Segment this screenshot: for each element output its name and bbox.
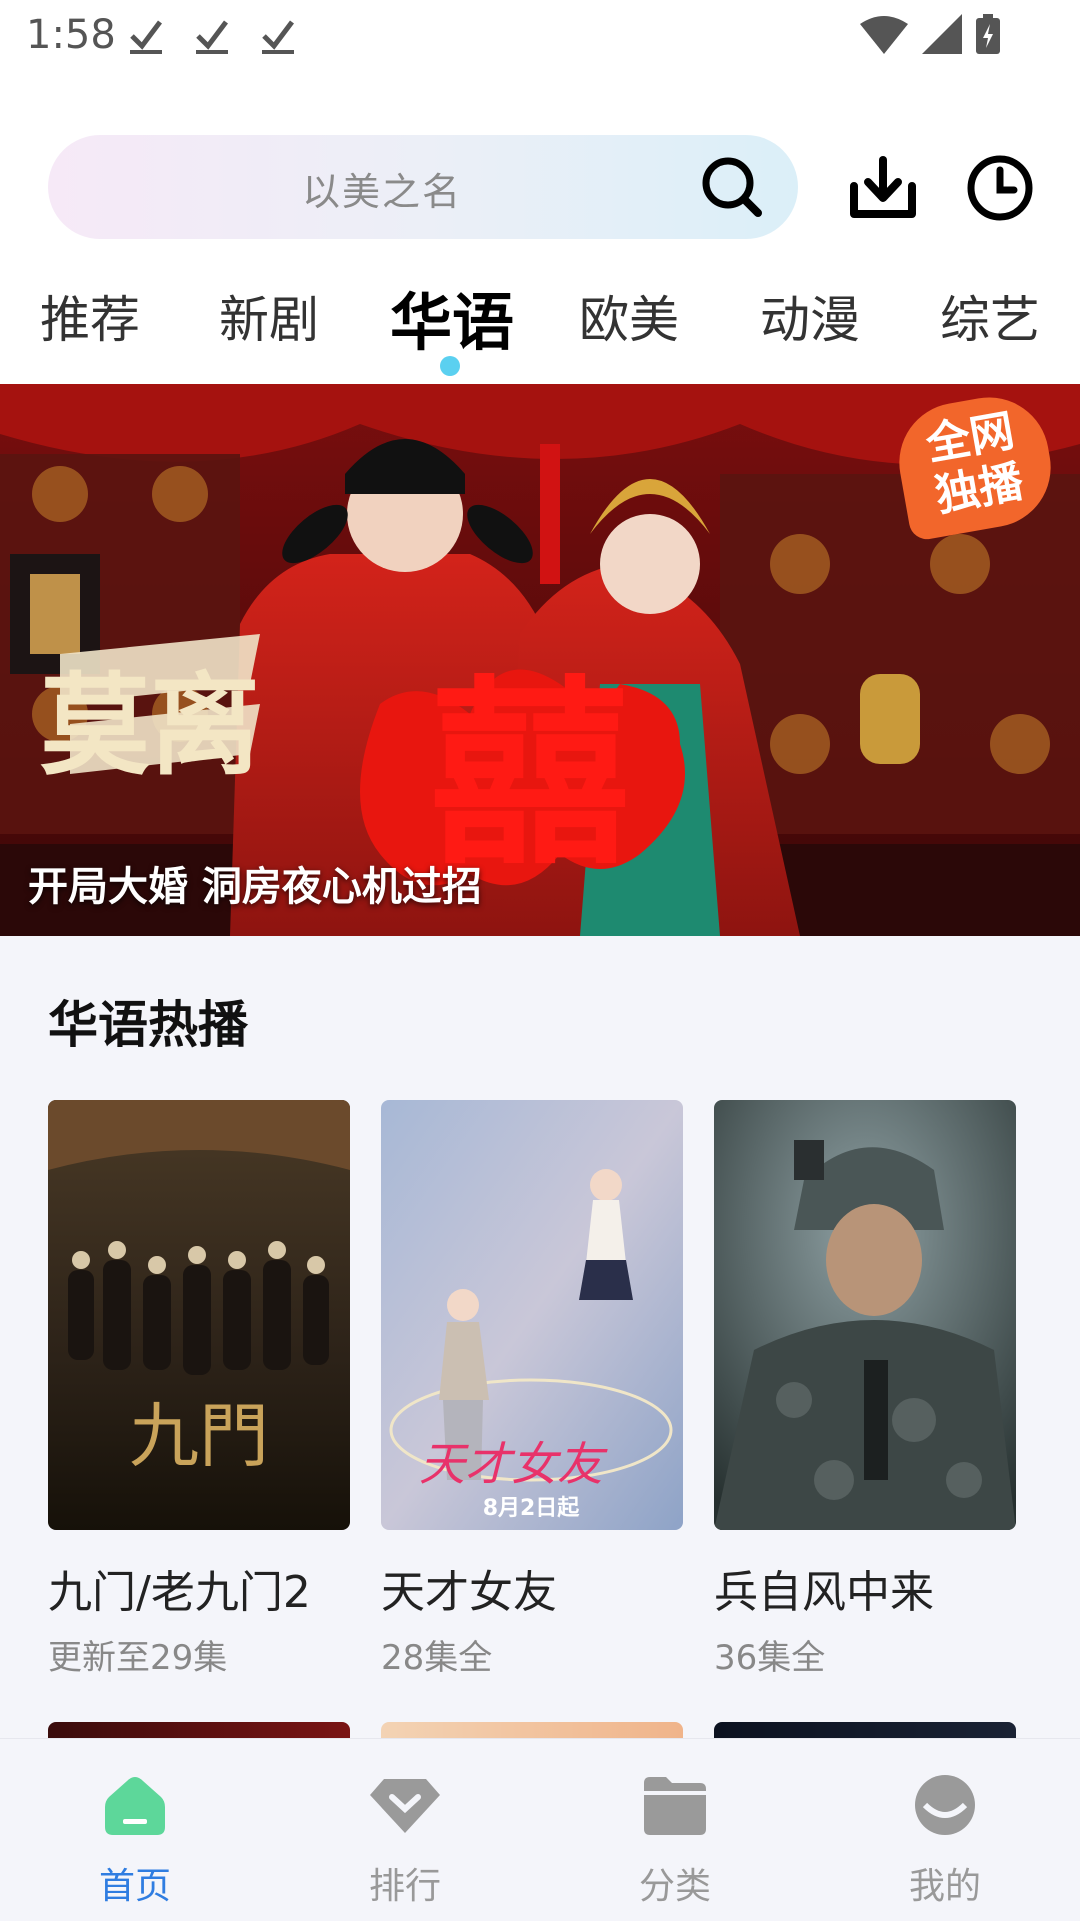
poster-title-text: 天才女友 [419,1437,608,1491]
banner-caption: 开局大婚 洞房夜心机过招 [28,864,482,910]
signal-icon [922,14,962,54]
home-icon[interactable] [105,1775,165,1835]
download-complete-icon [262,20,294,54]
show-episode-status: 36集全 [714,1638,826,1678]
status-time: 1:58 [26,12,116,58]
bottom-navigation: 首页 排行 分类 我的 [0,1738,1080,1921]
status-system-icons [860,14,1000,54]
banner-show-title: 莫离 [40,661,260,790]
show-card[interactable]: 天才女友 8月2日起 天才女友 28集全 [381,1100,683,1678]
show-title[interactable]: 兵自风中来 [714,1556,934,1620]
status-bar: 1:58 [0,0,1080,72]
category-folder-icon[interactable] [644,1775,706,1835]
show-title[interactable]: 天才女友 [381,1556,557,1620]
show-card[interactable]: 兵自风中来 36集全 [714,1100,1016,1678]
nav-home-label[interactable]: 首页 [0,1857,270,1909]
show-episode-status: 更新至29集 [48,1638,228,1678]
nav-category[interactable]: 分类 [540,1739,810,1921]
nav-ranking-label[interactable]: 排行 [270,1857,540,1909]
show-title[interactable]: 九门/老九门2 [48,1556,311,1620]
tab-recommend[interactable]: 推荐 [40,280,140,352]
tab-western[interactable]: 欧美 [579,280,679,352]
nav-profile-label[interactable]: 我的 [810,1857,1080,1909]
poster-date-text: 8月2日起 [483,1496,581,1521]
battery-charging-icon [976,14,1000,54]
nav-ranking[interactable]: 排行 [270,1739,540,1921]
poster-image[interactable]: 天才女友 8月2日起 [381,1100,683,1530]
poster-title-text: 九門 [129,1395,269,1477]
download-complete-icon [196,20,228,54]
nav-home[interactable]: 首页 [0,1739,270,1921]
featured-banner[interactable]: 莫离 囍 全网 独播 开局大婚 洞房夜心机过招 [0,384,1080,936]
tab-variety[interactable]: 综艺 [940,280,1040,352]
tab-chinese[interactable]: 华语 [390,272,514,362]
poster-image[interactable] [714,1100,1016,1530]
search-bar[interactable]: 以美之名 [48,135,798,239]
wifi-icon [860,16,908,54]
active-tab-indicator [440,356,460,376]
profile-icon[interactable] [915,1775,975,1835]
download-complete-icon [130,20,162,54]
category-tabs: 推荐 新剧 华语 欧美 动漫 综艺 [0,272,1080,382]
show-card[interactable]: 九門 九门/老九门2 更新至29集 [48,1100,350,1678]
poster-image[interactable]: 九門 [48,1100,350,1530]
download-icon[interactable] [848,156,918,220]
show-episode-status: 28集全 [381,1638,493,1678]
ranking-icon[interactable] [370,1775,440,1835]
search-placeholder[interactable]: 以美之名 [302,161,462,216]
status-notifications [128,14,296,54]
nav-category-label[interactable]: 分类 [540,1857,810,1909]
search-icon[interactable] [700,155,764,219]
history-clock-icon[interactable] [966,154,1034,222]
section-title: 华语热播 [48,996,248,1054]
tab-anime[interactable]: 动漫 [760,280,860,352]
nav-profile[interactable]: 我的 [810,1739,1080,1921]
tab-new-drama[interactable]: 新剧 [219,280,319,352]
